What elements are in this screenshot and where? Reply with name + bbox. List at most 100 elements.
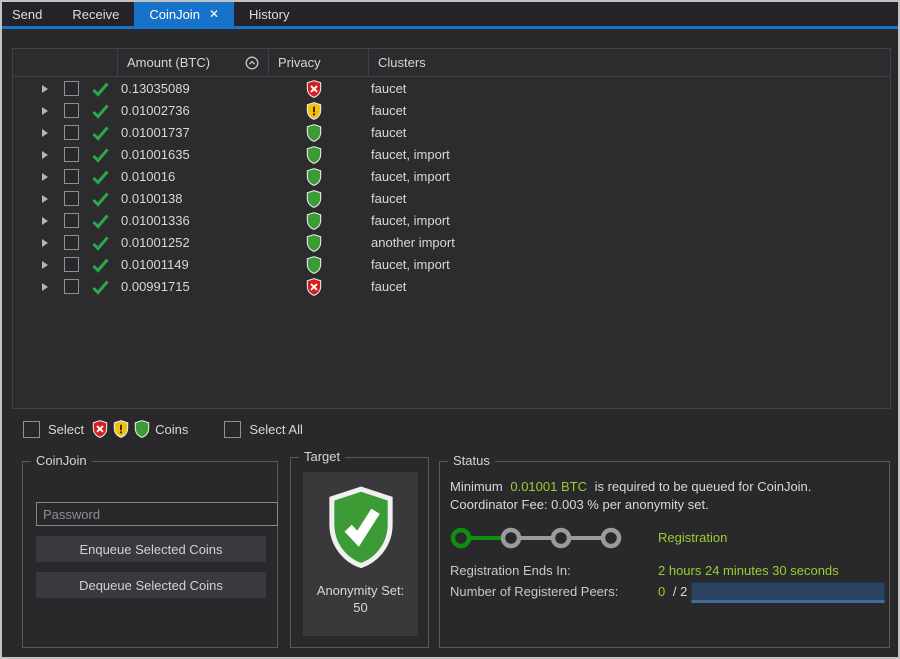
coin-row[interactable]: 0.0100138 faucet xyxy=(13,188,890,210)
status-groupbox: Status Minimum 0.01001 BTC is required t… xyxy=(439,461,890,648)
coin-row[interactable]: 0.01002736 faucet xyxy=(13,100,890,122)
anonymity-shield-icon xyxy=(326,486,396,568)
privacy-shield-icon xyxy=(306,146,322,164)
expand-arrow-icon[interactable] xyxy=(42,239,48,247)
sort-descending-icon[interactable] xyxy=(245,56,259,70)
confirmed-check-icon xyxy=(92,148,109,163)
amount-cell: 0.01001252 xyxy=(121,232,190,254)
confirmed-check-icon xyxy=(92,214,109,229)
coin-row[interactable]: 0.01001149 faucet, import xyxy=(13,254,890,276)
amount-cell: 0.01001737 xyxy=(121,122,190,144)
expand-arrow-icon[interactable] xyxy=(42,107,48,115)
amount-cell: 0.01001635 xyxy=(121,144,190,166)
amount-cell: 0.01002736 xyxy=(121,100,190,122)
registered-peers-value: 0 / 2 xyxy=(658,584,687,599)
tab-receive[interactable]: Receive xyxy=(57,2,134,26)
expand-arrow-icon[interactable] xyxy=(42,195,48,203)
coin-checkbox[interactable] xyxy=(64,191,79,206)
select-all-checkbox[interactable] xyxy=(224,421,241,438)
privacy-shield-icon xyxy=(306,124,322,142)
clusters-cell: faucet, import xyxy=(371,144,450,166)
column-header-privacy[interactable]: Privacy xyxy=(268,49,368,76)
registration-ends-label: Registration Ends In: xyxy=(450,563,571,578)
amount-cell: 0.01001149 xyxy=(121,254,189,276)
tab-bar: Send Receive CoinJoin ✕ History xyxy=(2,2,898,26)
registration-ends-value: 2 hours 24 minutes 30 seconds xyxy=(658,563,839,578)
expand-arrow-icon[interactable] xyxy=(42,261,48,269)
clusters-cell: faucet xyxy=(371,188,406,210)
coinjoin-groupbox: CoinJoin Enqueue Selected Coins Dequeue … xyxy=(22,461,278,648)
coin-checkbox[interactable] xyxy=(64,147,79,162)
coin-row[interactable]: 0.01001635 faucet, import xyxy=(13,144,890,166)
tab-history[interactable]: History xyxy=(234,2,304,26)
clusters-cell: faucet xyxy=(371,122,406,144)
tab-send-label: Send xyxy=(12,7,42,22)
coin-checkbox[interactable] xyxy=(64,257,79,272)
enqueue-button[interactable]: Enqueue Selected Coins xyxy=(36,536,266,562)
coin-checkbox[interactable] xyxy=(64,235,79,250)
anonymity-set-label: Anonymity Set: xyxy=(317,582,404,599)
confirmed-check-icon xyxy=(92,192,109,207)
privacy-shield-icon xyxy=(306,256,322,274)
tab-coinjoin[interactable]: CoinJoin ✕ xyxy=(134,2,234,26)
current-phase-label: Registration xyxy=(658,530,727,545)
confirmed-check-icon xyxy=(92,170,109,185)
confirmed-check-icon xyxy=(92,126,109,141)
dequeue-button[interactable]: Dequeue Selected Coins xyxy=(36,572,266,598)
coin-row[interactable]: 0.01001252 another import xyxy=(13,232,890,254)
coordinator-fee-text: Coordinator Fee: 0.003 % per anonymity s… xyxy=(450,497,709,512)
coin-row[interactable]: 0.010016 faucet, import xyxy=(13,166,890,188)
tab-history-label: History xyxy=(249,7,289,22)
clusters-cell: faucet xyxy=(371,276,406,298)
wallet-window: Send Receive CoinJoin ✕ History Amount (… xyxy=(0,0,900,659)
coin-row[interactable]: 0.01001336 faucet, import xyxy=(13,210,890,232)
confirmed-check-icon xyxy=(92,280,109,295)
tab-send[interactable]: Send xyxy=(2,2,57,26)
clusters-column-label: Clusters xyxy=(378,55,426,70)
amount-cell: 0.0100138 xyxy=(121,188,182,210)
coin-checkbox[interactable] xyxy=(64,125,79,140)
coin-row[interactable]: 0.01001737 faucet xyxy=(13,122,890,144)
minimum-prefix: Minimum xyxy=(450,479,503,494)
active-tab-underline xyxy=(2,26,898,29)
coin-rows: 0.13035089 faucet 0.01002736 faucet 0.01… xyxy=(13,78,890,298)
expand-arrow-icon[interactable] xyxy=(42,283,48,291)
amount-cell: 0.00991715 xyxy=(121,276,190,298)
column-header-amount[interactable]: Amount (BTC) xyxy=(117,49,268,76)
target-groupbox: Target Anonymity Set: 50 xyxy=(290,457,429,648)
tab-coinjoin-label: CoinJoin xyxy=(149,7,200,22)
confirmed-check-icon xyxy=(92,236,109,251)
clusters-cell: another import xyxy=(371,232,455,254)
privacy-shield-icon xyxy=(306,102,322,120)
select-coins-checkbox[interactable] xyxy=(23,421,40,438)
expand-arrow-icon[interactable] xyxy=(42,217,48,225)
expand-arrow-icon[interactable] xyxy=(42,85,48,93)
privacy-shield-icon xyxy=(306,278,322,296)
amount-cell: 0.010016 xyxy=(121,166,175,188)
coin-checkbox[interactable] xyxy=(64,81,79,96)
expand-arrow-icon[interactable] xyxy=(42,173,48,181)
expand-arrow-icon[interactable] xyxy=(42,151,48,159)
phase-step-4 xyxy=(603,530,619,546)
coin-row[interactable]: 0.00991715 faucet xyxy=(13,276,890,298)
coin-checkbox[interactable] xyxy=(64,279,79,294)
expand-arrow-icon[interactable] xyxy=(42,129,48,137)
table-header: Amount (BTC) Privacy Clusters xyxy=(13,49,890,77)
shield-red-icon xyxy=(92,420,108,438)
coin-row[interactable]: 0.13035089 faucet xyxy=(13,78,890,100)
coin-checkbox[interactable] xyxy=(64,169,79,184)
column-header-clusters[interactable]: Clusters xyxy=(368,49,890,76)
coin-checkbox[interactable] xyxy=(64,213,79,228)
coinjoin-groupbox-title: CoinJoin xyxy=(31,453,92,468)
password-input[interactable] xyxy=(36,502,278,526)
close-tab-icon[interactable]: ✕ xyxy=(209,7,219,21)
clusters-cell: faucet, import xyxy=(371,210,450,232)
peers-total: / 2 xyxy=(673,584,687,599)
minimum-amount: 0.01001 BTC xyxy=(510,479,587,494)
anonymity-target-panel: Anonymity Set: 50 xyxy=(303,472,418,636)
peers-current: 0 xyxy=(658,584,665,599)
privacy-shield-icon xyxy=(306,234,322,252)
coin-checkbox[interactable] xyxy=(64,103,79,118)
select-all-label: Select All xyxy=(249,422,302,437)
phase-step-2 xyxy=(503,530,519,546)
